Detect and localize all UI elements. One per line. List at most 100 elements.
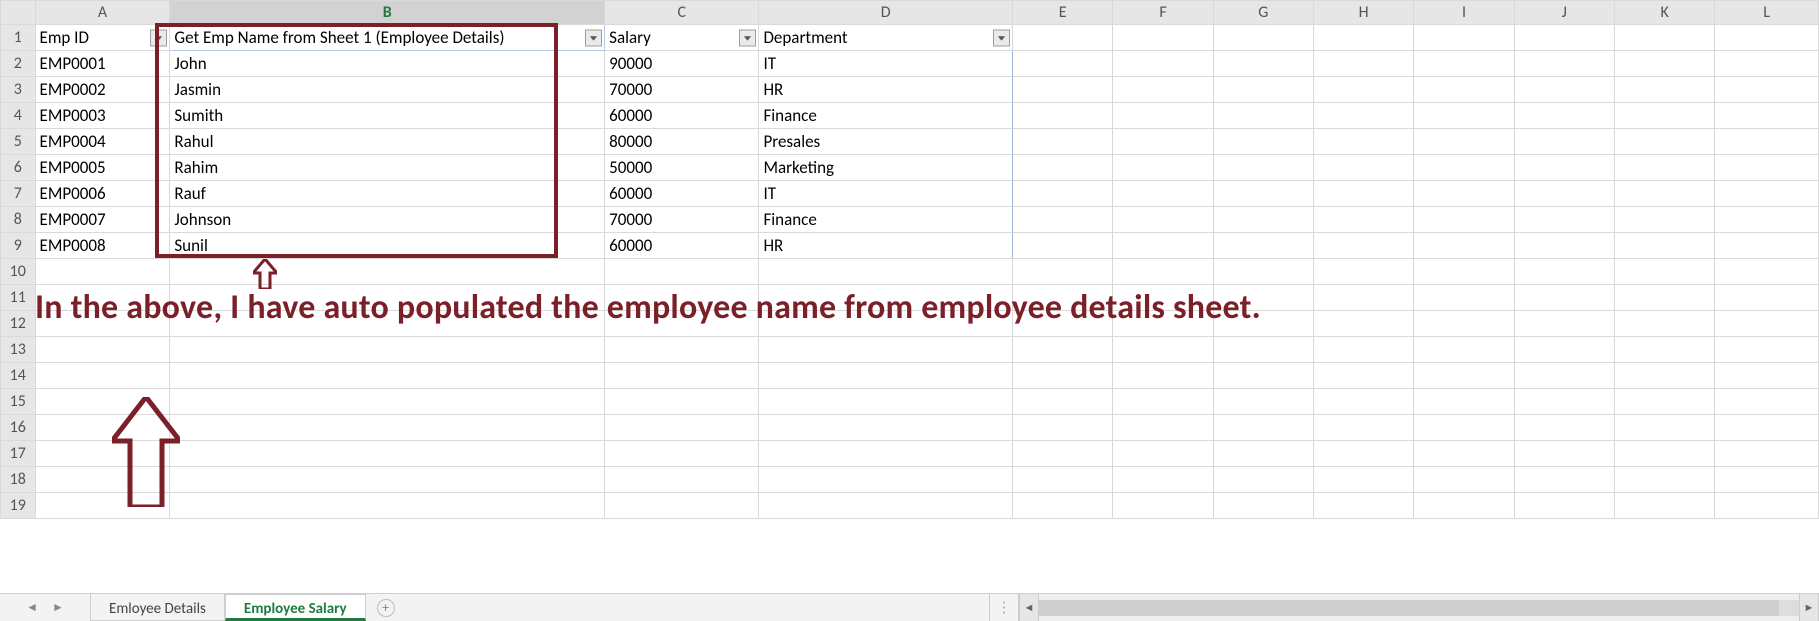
cell-B11[interactable] xyxy=(170,285,605,311)
cell-A4[interactable]: EMP0003 xyxy=(35,103,170,129)
cell-F4[interactable] xyxy=(1113,103,1213,129)
cell-A3[interactable]: EMP0002 xyxy=(35,77,170,103)
cell-H18[interactable] xyxy=(1313,467,1413,493)
cell-A1[interactable]: Emp ID xyxy=(35,25,170,51)
cell-G19[interactable] xyxy=(1213,493,1313,519)
cell-H6[interactable] xyxy=(1313,155,1413,181)
cell-J11[interactable] xyxy=(1514,285,1614,311)
cell-J4[interactable] xyxy=(1514,103,1614,129)
cell-H13[interactable] xyxy=(1313,337,1413,363)
cell-L14[interactable] xyxy=(1715,363,1819,389)
cell-D3[interactable]: HR xyxy=(759,77,1013,103)
cell-I16[interactable] xyxy=(1414,415,1514,441)
cell-H19[interactable] xyxy=(1313,493,1413,519)
cell-G12[interactable] xyxy=(1213,311,1313,337)
row-header-5[interactable]: 5 xyxy=(1,129,36,155)
column-header-K[interactable]: K xyxy=(1614,1,1714,25)
cell-L13[interactable] xyxy=(1715,337,1819,363)
cell-K5[interactable] xyxy=(1614,129,1714,155)
cell-L15[interactable] xyxy=(1715,389,1819,415)
cell-J14[interactable] xyxy=(1514,363,1614,389)
cell-L18[interactable] xyxy=(1715,467,1819,493)
cell-J1[interactable] xyxy=(1514,25,1614,51)
cell-G5[interactable] xyxy=(1213,129,1313,155)
cell-G16[interactable] xyxy=(1213,415,1313,441)
cell-H15[interactable] xyxy=(1313,389,1413,415)
cell-B2[interactable]: John xyxy=(170,51,605,77)
row-header-13[interactable]: 13 xyxy=(1,337,36,363)
cell-K14[interactable] xyxy=(1614,363,1714,389)
cell-K1[interactable] xyxy=(1614,25,1714,51)
cell-K17[interactable] xyxy=(1614,441,1714,467)
cell-A15[interactable] xyxy=(35,389,170,415)
cell-C3[interactable]: 70000 xyxy=(605,77,759,103)
cell-K8[interactable] xyxy=(1614,207,1714,233)
row-header-4[interactable]: 4 xyxy=(1,103,36,129)
cell-C8[interactable]: 70000 xyxy=(605,207,759,233)
column-header-J[interactable]: J xyxy=(1514,1,1614,25)
cell-E1[interactable] xyxy=(1013,25,1113,51)
row-header-18[interactable]: 18 xyxy=(1,467,36,493)
cell-I17[interactable] xyxy=(1414,441,1514,467)
cell-I7[interactable] xyxy=(1414,181,1514,207)
cell-H11[interactable] xyxy=(1313,285,1413,311)
cell-G13[interactable] xyxy=(1213,337,1313,363)
row-header-2[interactable]: 2 xyxy=(1,51,36,77)
cell-L6[interactable] xyxy=(1715,155,1819,181)
scroll-track[interactable] xyxy=(1039,600,1799,616)
cell-D15[interactable] xyxy=(759,389,1013,415)
cell-H17[interactable] xyxy=(1313,441,1413,467)
cell-C16[interactable] xyxy=(605,415,759,441)
cell-D9[interactable]: HR xyxy=(759,233,1013,259)
cell-F12[interactable] xyxy=(1113,311,1213,337)
cell-C13[interactable] xyxy=(605,337,759,363)
row-header-12[interactable]: 12 xyxy=(1,311,36,337)
cell-I4[interactable] xyxy=(1414,103,1514,129)
cell-A19[interactable] xyxy=(35,493,170,519)
cell-L9[interactable] xyxy=(1715,233,1819,259)
cell-G14[interactable] xyxy=(1213,363,1313,389)
cell-J5[interactable] xyxy=(1514,129,1614,155)
cell-G7[interactable] xyxy=(1213,181,1313,207)
cell-I6[interactable] xyxy=(1414,155,1514,181)
cell-K15[interactable] xyxy=(1614,389,1714,415)
cell-F10[interactable] xyxy=(1113,259,1213,285)
cell-I5[interactable] xyxy=(1414,129,1514,155)
cell-D2[interactable]: IT xyxy=(759,51,1013,77)
tab-split-handle[interactable]: ⋮ xyxy=(989,594,1019,621)
row-header-15[interactable]: 15 xyxy=(1,389,36,415)
cell-F7[interactable] xyxy=(1113,181,1213,207)
row-header-9[interactable]: 9 xyxy=(1,233,36,259)
row-header-11[interactable]: 11 xyxy=(1,285,36,311)
cell-H14[interactable] xyxy=(1313,363,1413,389)
cell-C11[interactable] xyxy=(605,285,759,311)
cell-C7[interactable]: 60000 xyxy=(605,181,759,207)
cell-C2[interactable]: 90000 xyxy=(605,51,759,77)
cell-G9[interactable] xyxy=(1213,233,1313,259)
cell-J7[interactable] xyxy=(1514,181,1614,207)
cell-A14[interactable] xyxy=(35,363,170,389)
cell-K16[interactable] xyxy=(1614,415,1714,441)
row-header-6[interactable]: 6 xyxy=(1,155,36,181)
cell-H3[interactable] xyxy=(1313,77,1413,103)
cell-H12[interactable] xyxy=(1313,311,1413,337)
cell-G2[interactable] xyxy=(1213,51,1313,77)
cell-I8[interactable] xyxy=(1414,207,1514,233)
cell-C5[interactable]: 80000 xyxy=(605,129,759,155)
tab-prev-icon[interactable]: ◄ xyxy=(26,600,38,615)
filter-dropdown-button[interactable] xyxy=(150,29,167,46)
cell-B10[interactable] xyxy=(170,259,605,285)
cell-J8[interactable] xyxy=(1514,207,1614,233)
cell-J3[interactable] xyxy=(1514,77,1614,103)
cell-F14[interactable] xyxy=(1113,363,1213,389)
cell-B17[interactable] xyxy=(170,441,605,467)
cell-F13[interactable] xyxy=(1113,337,1213,363)
cell-G3[interactable] xyxy=(1213,77,1313,103)
cell-D5[interactable]: Presales xyxy=(759,129,1013,155)
cell-F19[interactable] xyxy=(1113,493,1213,519)
cell-F18[interactable] xyxy=(1113,467,1213,493)
cell-I19[interactable] xyxy=(1414,493,1514,519)
row-header-1[interactable]: 1 xyxy=(1,25,36,51)
cell-D17[interactable] xyxy=(759,441,1013,467)
cell-F5[interactable] xyxy=(1113,129,1213,155)
